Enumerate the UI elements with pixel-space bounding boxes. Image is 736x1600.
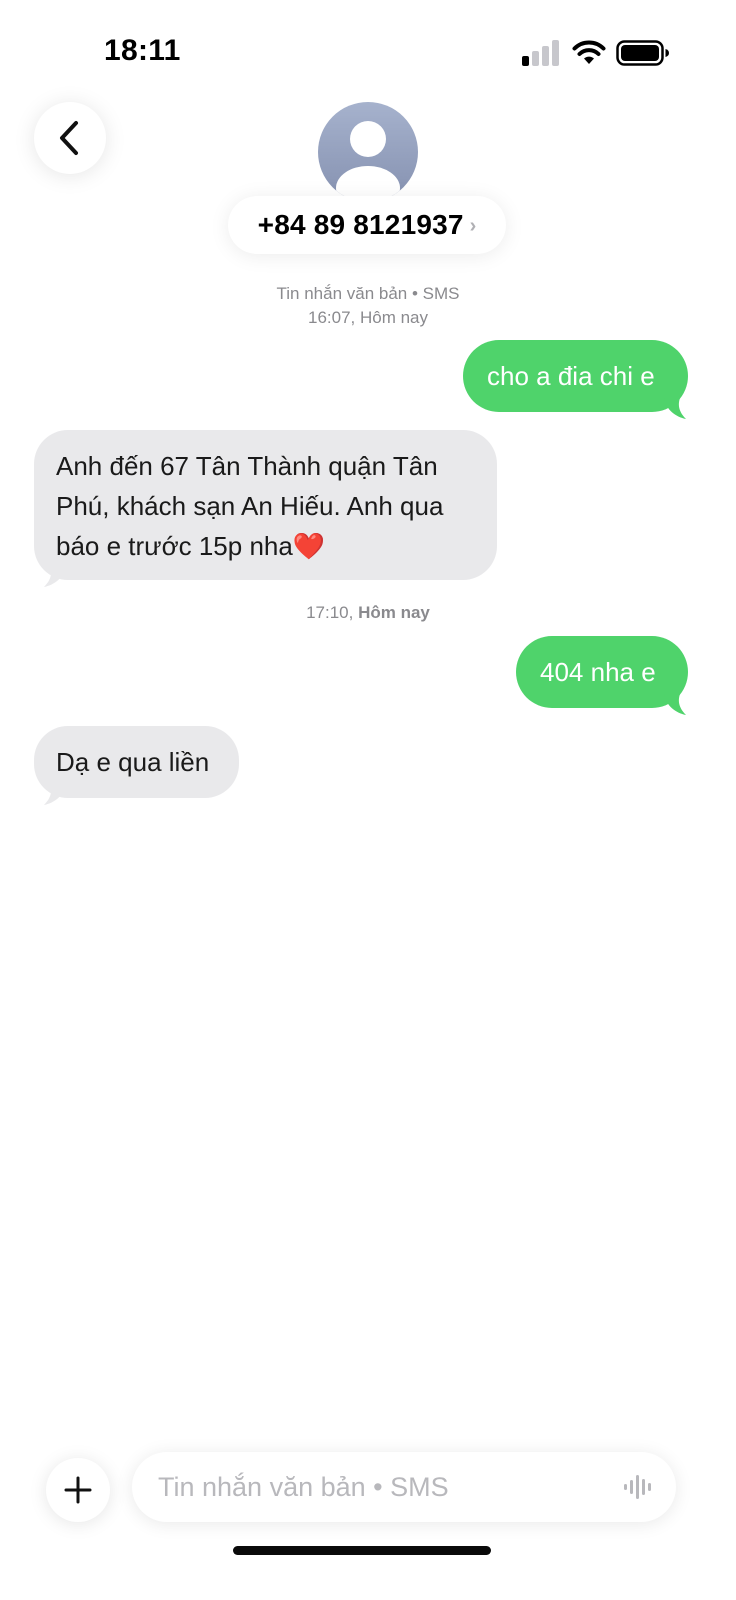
contact-avatar[interactable]	[318, 102, 418, 202]
contact-header-button[interactable]: +84 89 8121937 ›	[228, 196, 506, 254]
conversation-start-timestamp: 16:07, Hôm nay	[0, 306, 736, 330]
message-bubble-sent[interactable]: 404 nha e	[516, 636, 688, 708]
message-input-placeholder: Tin nhắn văn bản • SMS	[158, 1471, 449, 1502]
wifi-icon	[572, 40, 606, 64]
back-button[interactable]	[34, 102, 106, 174]
timestamp-time: 16:07,	[307, 308, 356, 327]
message-text: Dạ e qua liền	[56, 747, 210, 777]
bubble-tail	[664, 398, 686, 419]
timestamp-day: Hôm nay	[358, 603, 430, 622]
bubble-tail	[664, 694, 686, 715]
bubble-tail	[44, 784, 66, 805]
chevron-left-icon	[60, 121, 78, 155]
message-text: 404 nha e	[540, 657, 656, 687]
message-timestamp: 17:10, Hôm nay	[0, 601, 736, 625]
signal-icon	[522, 40, 559, 66]
message-text: cho a đia chi e	[487, 361, 655, 391]
add-attachment-button[interactable]	[46, 1458, 110, 1522]
timestamp-day: Hôm nay	[359, 308, 429, 327]
status-time: 18:11	[104, 34, 181, 67]
person-icon	[336, 121, 400, 202]
message-input[interactable]: Tin nhắn văn bản • SMS	[132, 1452, 676, 1522]
message-text: Anh đến 67 Tân Thành quận Tân Phú, khách…	[56, 451, 444, 561]
battery-icon	[616, 40, 669, 66]
chevron-right-icon: ›	[469, 214, 477, 237]
message-bubble-received[interactable]: Anh đến 67 Tân Thành quận Tân Phú, khách…	[34, 430, 497, 580]
conversation-type-label: Tin nhắn văn bản • SMS	[276, 284, 460, 303]
message-bubble-sent[interactable]: cho a đia chi e	[463, 340, 688, 412]
timestamp-time: 17:10,	[306, 603, 354, 622]
home-indicator[interactable]	[233, 1546, 491, 1555]
waveform-icon[interactable]	[624, 1474, 654, 1500]
contact-name: +84 89 8121937	[257, 209, 464, 240]
plus-icon	[64, 1476, 92, 1504]
bubble-tail	[44, 566, 66, 587]
